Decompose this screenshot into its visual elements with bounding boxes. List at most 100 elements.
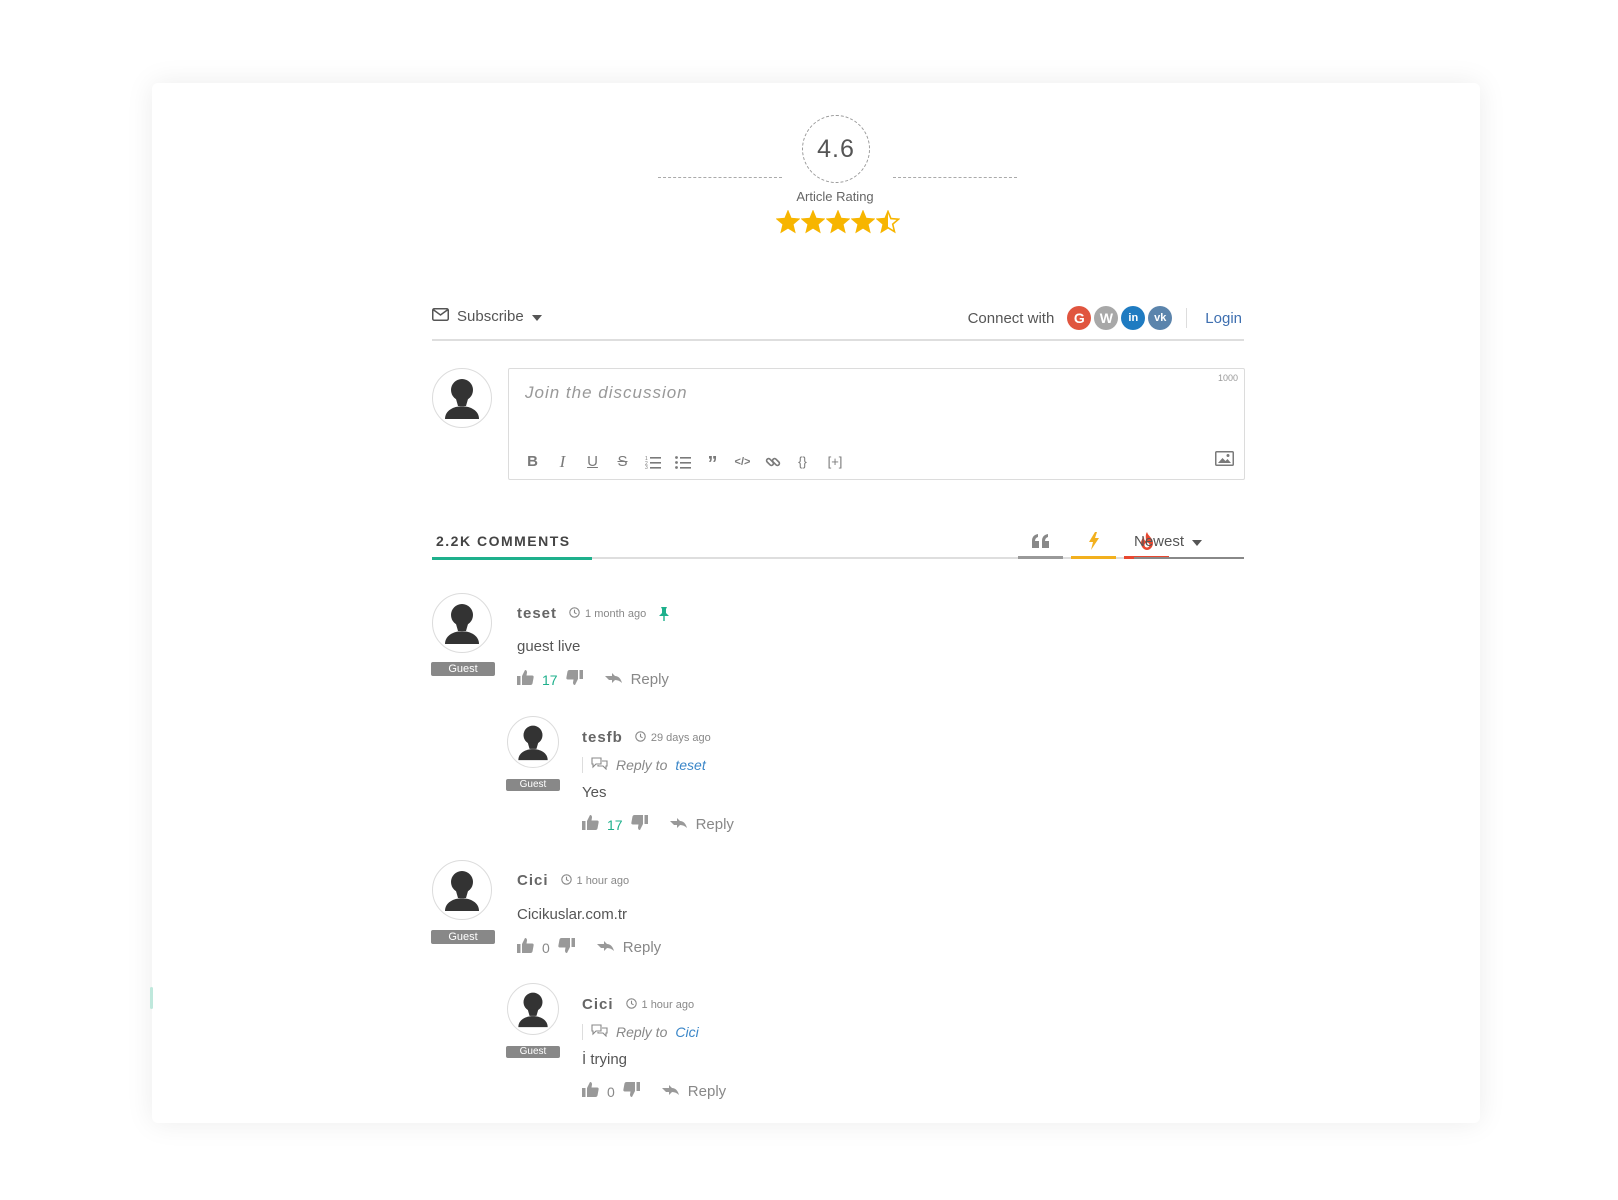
thumbs-down-icon[interactable]	[565, 670, 583, 689]
comment-text: Yes	[582, 784, 607, 801]
guest-badge: Guest	[431, 662, 495, 676]
divider	[1134, 557, 1244, 559]
divider	[1186, 308, 1188, 328]
comments-card	[152, 83, 1480, 1123]
svg-text:3: 3	[645, 465, 648, 469]
inline-feedback-filter[interactable]	[1014, 530, 1067, 559]
comment-editor[interactable]: Join the discussion 1000 B I U S 123 ” <…	[508, 368, 1245, 480]
thumbs-up-icon[interactable]	[582, 1082, 599, 1101]
subscribe-dropdown[interactable]: Subscribe	[432, 308, 542, 325]
ordered-list-icon[interactable]: 123	[643, 452, 662, 471]
avatar	[507, 716, 559, 768]
subscribe-label: Subscribe	[457, 308, 524, 325]
chat-bubbles-icon	[591, 1024, 608, 1040]
comment-actions: 0 Reply	[517, 938, 661, 957]
divider	[432, 339, 1244, 341]
edge-marker	[150, 987, 153, 1009]
star-half-icon[interactable]	[876, 210, 900, 234]
comment-author[interactable]: teset 1 month ago	[517, 605, 670, 622]
most-reacted-filter[interactable]	[1067, 530, 1120, 559]
envelope-icon	[432, 308, 449, 325]
author-name[interactable]: Cici	[517, 872, 549, 889]
rating-value: 4.6	[802, 115, 870, 183]
guest-badge: Guest	[431, 930, 495, 944]
thumbs-down-icon[interactable]	[623, 1082, 640, 1101]
avatar	[507, 983, 559, 1035]
wordpress-login-icon[interactable]: W	[1094, 306, 1119, 330]
reply-button[interactable]: Reply	[596, 939, 661, 956]
reply-to: Reply to Cici	[582, 1024, 699, 1040]
thumbs-down-icon[interactable]	[558, 938, 575, 957]
comment-time: 1 hour ago	[625, 997, 695, 1012]
lightning-icon	[1088, 531, 1100, 555]
reply-to-label: Reply to	[616, 757, 668, 773]
sort-dropdown[interactable]: Newest	[1134, 533, 1203, 550]
reply-arrow-icon	[669, 816, 688, 833]
comment-author[interactable]: tesfb 29 days ago	[582, 729, 711, 746]
comment-author[interactable]: Cici 1 hour ago	[517, 872, 629, 889]
linkedin-login-icon[interactable]: in	[1121, 306, 1146, 330]
reply-to-label: Reply to	[616, 1024, 668, 1040]
caret-down-icon	[531, 308, 542, 325]
star-full-icon[interactable]	[826, 210, 850, 234]
thumbs-up-icon[interactable]	[582, 815, 599, 834]
comment-time: 1 hour ago	[560, 873, 630, 888]
comment-time: 1 month ago	[569, 606, 646, 621]
reply-label: Reply	[695, 816, 734, 833]
author-name[interactable]: teset	[517, 605, 557, 622]
rating-label: Article Rating	[796, 189, 874, 204]
google-login-icon[interactable]: G	[1067, 306, 1092, 330]
clock-icon	[625, 997, 637, 1012]
italic-icon[interactable]: I	[553, 452, 572, 471]
character-counter: 1000	[1217, 373, 1238, 383]
time-text: 1 hour ago	[641, 998, 695, 1011]
comment-text: guest live	[517, 638, 581, 655]
strikethrough-icon[interactable]: S	[613, 452, 632, 471]
reply-label: Reply	[687, 1083, 727, 1100]
thumbs-down-icon[interactable]	[630, 815, 648, 834]
reply-to: Reply to teset	[582, 757, 706, 773]
underline-icon[interactable]: U	[583, 452, 602, 471]
rating-divider-left	[658, 177, 782, 178]
reply-to-author-link[interactable]: Cici	[675, 1024, 698, 1040]
spoiler-icon[interactable]: [+]	[823, 452, 847, 471]
chat-bubbles-icon	[591, 757, 608, 773]
caret-down-icon	[1192, 533, 1203, 550]
vote-count: 17	[542, 671, 558, 688]
guest-badge: Guest	[506, 1046, 560, 1058]
quote-icon[interactable]: ”	[703, 449, 722, 475]
reply-to-author-link[interactable]: teset	[675, 757, 705, 773]
image-upload-icon[interactable]	[1215, 451, 1234, 471]
comment-author[interactable]: Cici 1 hour ago	[582, 996, 694, 1013]
current-user-avatar	[432, 368, 492, 428]
rating-divider-right	[893, 177, 1017, 178]
thumbs-up-icon[interactable]	[517, 670, 534, 689]
reply-arrow-icon	[604, 671, 623, 688]
time-text: 1 hour ago	[576, 874, 630, 887]
star-full-icon[interactable]	[851, 210, 875, 234]
login-link[interactable]: Login	[1205, 310, 1242, 327]
star-full-icon[interactable]	[801, 210, 825, 234]
comment-time: 29 days ago	[635, 730, 711, 745]
avatar	[432, 593, 492, 653]
author-name[interactable]: tesfb	[582, 729, 623, 746]
star-full-icon[interactable]	[776, 210, 800, 234]
reply-button[interactable]: Reply	[669, 816, 734, 833]
reply-button[interactable]: Reply	[661, 1083, 727, 1100]
rating-stars[interactable]	[776, 210, 900, 234]
code-icon[interactable]: </>	[733, 452, 752, 471]
bullet-list-icon[interactable]	[673, 452, 692, 471]
reply-arrow-icon	[661, 1083, 680, 1100]
reply-label: Reply	[630, 671, 669, 688]
link-icon[interactable]	[763, 452, 782, 471]
comments-count-title: 2.2K COMMENTS	[436, 533, 571, 549]
editor-placeholder[interactable]: Join the discussion	[525, 383, 688, 403]
reply-button[interactable]: Reply	[604, 671, 669, 688]
author-name[interactable]: Cici	[582, 996, 614, 1013]
thumbs-up-icon[interactable]	[517, 938, 534, 957]
code-block-icon[interactable]: {}	[793, 452, 812, 471]
vk-login-icon[interactable]: vk	[1148, 306, 1173, 330]
vote-count: 0	[607, 1083, 615, 1100]
bold-icon[interactable]: B	[523, 452, 542, 471]
time-text: 29 days ago	[650, 731, 711, 744]
